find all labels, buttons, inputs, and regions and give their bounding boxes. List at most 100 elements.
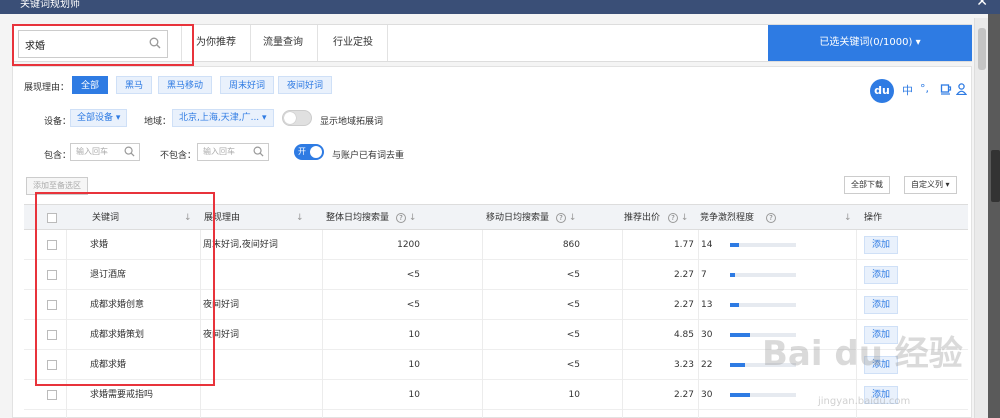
reason-chip-all[interactable]: 全部 bbox=[72, 76, 109, 94]
baidu-watermark-url: jingyan.baidu.com bbox=[818, 396, 911, 407]
mobile-search-cell: 10 bbox=[568, 390, 580, 400]
right-edge bbox=[988, 14, 1000, 418]
caret-down-icon: ▾ bbox=[945, 180, 950, 189]
caret-down-icon: ▾ bbox=[915, 37, 921, 48]
column-divider bbox=[698, 230, 699, 418]
daily-search-cell: <5 bbox=[406, 300, 420, 310]
du-logo[interactable]: du bbox=[870, 79, 894, 103]
reason-chip-night[interactable]: 夜间好词 bbox=[278, 76, 333, 94]
add-keyword-button[interactable]: 添加 bbox=[864, 236, 899, 254]
daily-search-cell: 1200 bbox=[397, 240, 420, 250]
competition-bar bbox=[730, 393, 796, 397]
dialog-title: 关键词规划师 bbox=[20, 0, 80, 10]
exclude-input[interactable]: 输入回车 bbox=[197, 143, 269, 161]
device-select-value: 全部设备 bbox=[77, 113, 114, 123]
search-highlight-box bbox=[12, 24, 194, 66]
bid-cell: 3.23 bbox=[673, 360, 694, 370]
mobile-search-cell: <5 bbox=[566, 360, 580, 370]
header-bid[interactable]: 推荐出价 bbox=[624, 205, 660, 231]
mobile-search-cell: 860 bbox=[562, 240, 580, 250]
tab-traffic-query[interactable]: 流量查询 bbox=[249, 25, 318, 61]
device-select[interactable]: 全部设备 ▾ bbox=[70, 109, 128, 127]
competition-bar-fill bbox=[730, 303, 739, 307]
competition-bar-fill bbox=[730, 393, 750, 397]
competition-value: 7 bbox=[701, 270, 707, 280]
sort-icon[interactable]: ↓ bbox=[296, 205, 304, 231]
region-expand-label: 显示地域拓展词 bbox=[320, 117, 384, 127]
column-divider bbox=[482, 230, 483, 418]
vertical-scrollbar[interactable] bbox=[974, 18, 988, 418]
column-divider bbox=[856, 230, 857, 418]
exclude-label: 不包含： bbox=[160, 151, 197, 161]
search-icon[interactable] bbox=[253, 146, 264, 163]
close-icon[interactable]: ✕ bbox=[976, 0, 988, 10]
header-competition[interactable]: 竞争激烈程度 bbox=[700, 205, 754, 231]
mobile-search-cell: <5 bbox=[566, 270, 580, 280]
selected-keywords-label: 已选关键词(0/1000) bbox=[819, 37, 913, 48]
bid-cell: 2.27 bbox=[673, 390, 694, 400]
search-icon[interactable] bbox=[124, 146, 135, 163]
add-keyword-button[interactable]: 添加 bbox=[864, 296, 899, 314]
include-label: 包含： bbox=[44, 151, 72, 161]
competition-bar-fill bbox=[730, 273, 735, 277]
caret-down-icon: ▾ bbox=[115, 113, 121, 123]
side-tab[interactable] bbox=[991, 150, 1000, 202]
competition-value: 30 bbox=[701, 390, 713, 400]
reason-chip-darkhorse-mobile[interactable]: 黑马移动 bbox=[158, 76, 213, 94]
bid-cell: 2.27 bbox=[673, 300, 694, 310]
custom-columns-button[interactable]: 自定义列 ▾ bbox=[904, 176, 957, 194]
header-daily-search[interactable]: 整体日均搜索量 bbox=[326, 205, 389, 231]
column-divider bbox=[322, 230, 323, 418]
daily-search-cell: 10 bbox=[408, 330, 420, 340]
competition-bar-fill bbox=[730, 333, 750, 337]
baidu-watermark: Bai du 经验 bbox=[762, 334, 963, 374]
dialog-titlebar: 关键词规划师 ✕ bbox=[0, 0, 1000, 14]
region-select-value: 北京,上海,天津,广... bbox=[179, 113, 260, 123]
toggle-knob bbox=[310, 146, 322, 158]
scrollbar-thumb[interactable] bbox=[978, 28, 986, 70]
help-icon[interactable]: ? ↓ bbox=[556, 205, 576, 231]
daily-search-cell: 10 bbox=[408, 360, 420, 370]
competition-bar-fill bbox=[730, 363, 745, 367]
dedupe-label: 与账户已有词去重 bbox=[332, 151, 405, 161]
help-icon[interactable]: ? bbox=[766, 205, 776, 231]
include-input[interactable]: 输入回车 bbox=[70, 143, 140, 161]
selected-keywords-button[interactable]: 已选关键词(0/1000) ▾ bbox=[768, 25, 972, 61]
caret-down-icon: ▾ bbox=[262, 113, 267, 123]
reason-chip-darkhorse[interactable]: 黑马 bbox=[116, 76, 153, 94]
download-all-button[interactable]: 全部下载 bbox=[844, 176, 890, 194]
cup-icon[interactable] bbox=[940, 83, 952, 98]
dedupe-toggle[interactable]: 开 bbox=[294, 144, 324, 160]
competition-bar bbox=[730, 273, 796, 277]
header-action: 操作 bbox=[864, 213, 883, 223]
competition-value: 14 bbox=[701, 240, 713, 250]
user-icon[interactable] bbox=[955, 83, 968, 98]
header-mobile-search[interactable]: 移动日均搜索量 bbox=[486, 205, 549, 231]
competition-bar bbox=[730, 243, 796, 247]
competition-value: 30 bbox=[701, 330, 713, 340]
help-icon[interactable]: ? ↓ bbox=[396, 205, 416, 231]
chinese-input-icon[interactable]: 中 bbox=[902, 82, 913, 98]
punctuation-icon[interactable]: °, bbox=[920, 82, 929, 95]
device-label: 设备： bbox=[44, 117, 72, 127]
bid-cell: 2.27 bbox=[673, 270, 694, 280]
daily-search-cell: 10 bbox=[408, 390, 420, 400]
mobile-search-cell: <5 bbox=[566, 330, 580, 340]
row-checkbox[interactable] bbox=[47, 390, 57, 400]
column-divider bbox=[622, 230, 623, 418]
dedupe-toggle-text: 开 bbox=[298, 147, 306, 156]
region-select[interactable]: 北京,上海,天津,广... ▾ bbox=[172, 109, 274, 127]
sort-icon[interactable]: ↓ bbox=[844, 205, 852, 231]
competition-value: 13 bbox=[701, 300, 713, 310]
reason-chip-weekend[interactable]: 周末好词 bbox=[220, 76, 275, 94]
bid-cell: 4.85 bbox=[673, 330, 694, 340]
baidu-float-toolbar: du 中 °, bbox=[870, 79, 985, 103]
mobile-search-cell: <5 bbox=[566, 300, 580, 310]
bid-cell: 1.77 bbox=[673, 240, 694, 250]
custom-columns-label: 自定义列 bbox=[911, 180, 943, 189]
tab-industry-targeting[interactable]: 行业定投 bbox=[319, 25, 388, 61]
daily-search-cell: <5 bbox=[406, 270, 420, 280]
add-keyword-button[interactable]: 添加 bbox=[864, 266, 899, 284]
region-expand-toggle[interactable] bbox=[282, 110, 312, 126]
help-icon[interactable]: ? ↓ bbox=[668, 205, 688, 231]
